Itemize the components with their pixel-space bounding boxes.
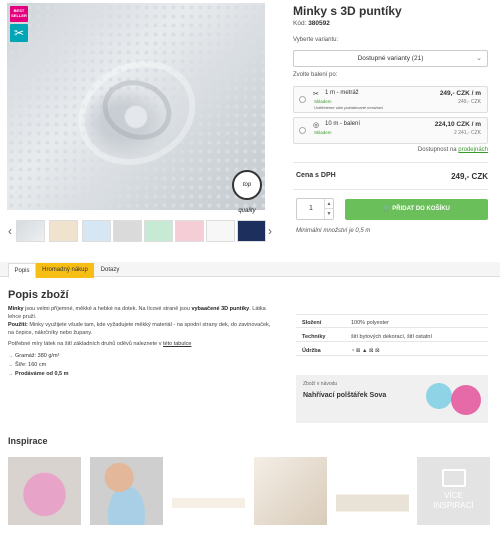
spec-row: Údržba ◔ ⊠ ▲ ⊠ ⊠ [296,346,488,356]
thumbnail[interactable] [237,220,266,242]
guide-card[interactable]: Zboží v návodu Nahřívací polštářek Sova [296,375,488,423]
inspiration-image[interactable] [336,457,409,525]
quantity-input[interactable]: 1 [297,199,325,219]
top-quality-seal: top quality [232,170,262,214]
size-table-link[interactable]: této tabulce [163,341,191,347]
divider [296,314,488,315]
spec-row: Techniky šití bytových dekorací, šití ost… [296,332,488,342]
inspiration-image[interactable] [254,457,327,525]
radio-button[interactable] [299,127,306,134]
scissors-icon: ✂ [313,91,319,98]
chevron-down-icon: ⌄ [476,55,482,62]
spec-row: Složení 100% polyester [296,318,488,328]
spec-item: Prodáváme od 0,5 m [8,371,69,377]
option-name: 10 m - balení [325,121,361,127]
thumbnail[interactable] [144,220,173,242]
cart-icon: 🛒 [383,206,391,212]
stores-link[interactable]: prodejnách [458,147,488,153]
thumbnail[interactable] [16,220,45,242]
tab-dotazy[interactable]: Dotazy [94,263,126,278]
increment-icon[interactable]: ▲ [324,199,333,209]
scissors-icon: ✂ [10,24,28,42]
inspiration-title: Inspirace [8,436,48,446]
image-icon [441,469,466,487]
divider [293,189,488,190]
product-main-image[interactable] [7,3,265,210]
guide-card-title: Nahřívací polštářek Sova [303,392,387,399]
variant-select[interactable]: Dostupné varianty (21) ⌄ [293,50,488,67]
price-label: Cena s DPH [296,172,336,179]
description-title: Popis zboží [8,289,69,301]
description-usage: Použití: Minky využijete všude tam, kde … [8,322,271,336]
description-size-table: Potřebné míry látek na šití základních d… [8,341,192,347]
more-inspiration-button[interactable]: VÍCE INSPIRACÍ [417,457,490,525]
thumbnail[interactable] [113,220,142,242]
spec-item: Gramáž: 380 g/m² [8,353,59,359]
decrement-icon[interactable]: ▼ [324,209,333,219]
variant-label: Vyberte variantu: [293,37,339,43]
thumbnail[interactable] [175,220,204,242]
tab-hromadny-nakup[interactable]: Hromadný nákup [36,263,94,278]
inspiration-image[interactable] [8,457,81,525]
spec-item: Šíře: 160 cm [8,362,46,368]
product-code: Kód: 380592 [293,20,330,27]
divider [293,162,488,163]
thumbnail[interactable] [206,220,235,242]
tab-popis[interactable]: Popis [8,263,36,278]
minimum-quantity-note: Minimální množství je 0,5 m [296,228,371,234]
inspiration-image[interactable] [90,457,163,525]
option-name: 1 m - metráž [325,90,359,96]
roll-icon: ◎ [313,122,320,129]
inspiration-image[interactable] [172,457,245,525]
option-subprice: 249,- CZK [458,99,481,105]
owl-pillow-icon [426,383,452,409]
option-note: Ustřihneme vám požadované množství [314,105,384,110]
chevron-left-icon[interactable]: ‹ [8,224,12,238]
description-text: Minky jsou velmi příjemné, měkké a hebké… [8,306,266,320]
option-price: 224,10 CZK / m [434,121,481,128]
thumbnail[interactable] [49,220,78,242]
thumbnail[interactable] [82,220,111,242]
guide-card-label: Zboží v návodu [303,381,338,387]
packaging-label: Zvolte balení po: [293,72,338,78]
packaging-option[interactable]: ◎ 10 m - balení Skladem 224,10 CZK / m 2… [293,117,488,144]
care-symbols-icon: ◔ ⊠ ▲ ⊠ ⊠ [351,348,380,354]
stock-status: Skladem [314,99,332,104]
option-subprice: 2 241,- CZK [454,130,481,136]
option-price: 249,- CZK / m [439,90,481,97]
product-title: Minky s 3D puntíky [293,4,402,18]
chevron-right-icon[interactable]: › [268,224,272,238]
best-seller-badge: BEST SELLER [10,6,28,22]
owl-pillow-icon [451,385,481,415]
quantity-stepper[interactable]: 1 ▲ ▼ [296,198,334,220]
stock-status: Skladem [314,130,332,135]
add-to-cart-button[interactable]: 🛒 PŘIDAT DO KOŠÍKU [345,199,488,220]
price-value: 249,- CZK [451,172,488,181]
availability: Dostupnost na prodejnách [417,147,488,153]
radio-button[interactable] [299,96,306,103]
packaging-option[interactable]: ✂ 1 m - metráž Skladem Ustřihneme vám po… [293,86,488,113]
